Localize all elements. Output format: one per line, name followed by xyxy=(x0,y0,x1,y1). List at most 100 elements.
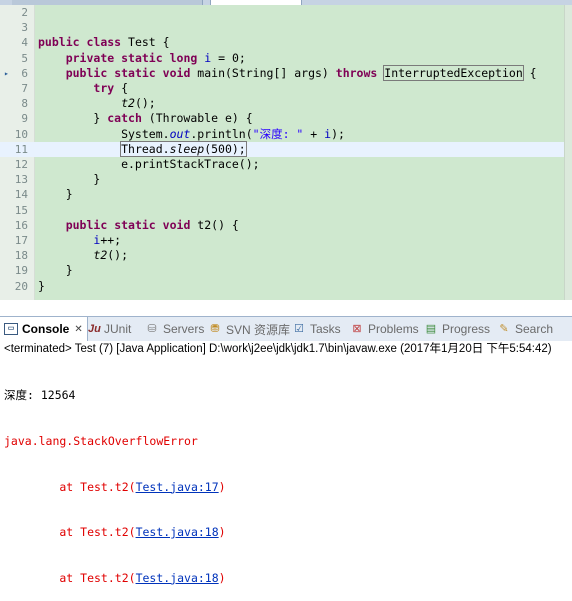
code-text: private static long i = 0; xyxy=(65,50,246,65)
code-line: 9 } catch (Throwable e) { xyxy=(0,111,564,126)
code-text: public static void t2() { xyxy=(65,217,239,232)
code-line: 5 private static long i = 0; xyxy=(0,51,564,66)
code-text: try { xyxy=(93,81,129,95)
panel-separator xyxy=(0,300,572,314)
search-icon: ✎ xyxy=(499,323,509,335)
overview-ruler[interactable] xyxy=(564,5,572,300)
code-text: System.out.println("深度: " + i); xyxy=(38,126,345,141)
stack-frame-suffix: ) xyxy=(218,479,226,494)
line-number: 16 xyxy=(14,218,28,232)
code-line: 12 e.printStackTrace(); xyxy=(0,157,564,172)
stack-frame: at Test.t2(Test.java:18) xyxy=(4,571,570,586)
line-number: 18 xyxy=(14,249,28,263)
stack-frame-link[interactable]: Test.java:18 xyxy=(136,525,219,539)
code-text: i++; xyxy=(93,233,122,247)
line-number: 19 xyxy=(14,264,28,278)
tasks-icon: ☑ xyxy=(294,323,304,335)
code-line: 8 t2(); xyxy=(0,96,564,111)
line-number: 5 xyxy=(21,51,28,65)
code-text: t2(); xyxy=(121,96,156,111)
code-text: public class Test { xyxy=(38,35,170,50)
code-line: 13 } xyxy=(0,172,564,187)
line-number: 4 xyxy=(21,36,28,50)
code-text: } catch (Throwable e) { xyxy=(38,111,253,126)
code-text: Thread.sleep(500); xyxy=(120,140,247,157)
code-line: 18 t2(); xyxy=(0,248,564,263)
problems-icon: ⊠ xyxy=(352,323,362,335)
line-number: 13 xyxy=(14,173,28,187)
console-depth-line: 深度: 12564 xyxy=(4,388,76,403)
stack-frame-link[interactable]: Test.java:17 xyxy=(136,480,219,494)
stack-frame-suffix: ) xyxy=(218,525,226,540)
stack-frame-link[interactable]: Test.java:18 xyxy=(136,571,219,585)
code-text: } xyxy=(38,263,73,278)
code-line: 20 } xyxy=(0,279,564,294)
line-number: 10 xyxy=(14,127,28,141)
code-line: 14 } xyxy=(0,187,564,202)
line-number: 2 xyxy=(21,6,28,19)
tab-label: Servers xyxy=(163,322,205,336)
tab-junit[interactable]: Ju JUnit xyxy=(88,317,131,341)
tab-label: Tasks xyxy=(310,322,341,336)
stack-frame: at Test.t2(Test.java:17) xyxy=(4,480,570,495)
code-line-current: 11 Thread.sleep(500); xyxy=(0,140,564,157)
line-number: 15 xyxy=(14,203,28,217)
tab-label: JUnit xyxy=(104,322,132,336)
tab-servers[interactable]: ⛁ Servers xyxy=(145,317,204,341)
line-number: 14 xyxy=(14,188,28,202)
code-line: 2 xyxy=(0,5,564,20)
tab-label: Console xyxy=(22,322,70,336)
view-tab-bar: ▭ Console ✕ Ju JUnit ⛁ Servers ⛃ SVN 资源库… xyxy=(0,316,572,342)
tab-label: Progress xyxy=(442,322,491,336)
console-icon: ▭ xyxy=(4,323,18,335)
tab-label: SVN 资源库 xyxy=(226,322,291,337)
line-number: 3 xyxy=(21,21,28,35)
tab-problems[interactable]: ⊠ Problems xyxy=(350,317,419,341)
line-number: 8 xyxy=(21,97,28,111)
console-error-line: java.lang.StackOverflowError xyxy=(4,434,198,449)
tab-label: Search xyxy=(515,322,554,336)
code-line: 16 public static void t2() { xyxy=(0,218,564,233)
tab-progress[interactable]: ▤ Progress xyxy=(424,317,490,341)
line-number: 12 xyxy=(14,158,28,171)
code-text: public static void main(String[] args) t… xyxy=(65,64,537,81)
tab-tasks[interactable]: ☑ Tasks xyxy=(292,317,341,341)
code-editor[interactable]: 2 3 4 public class Test { 5 private stat… xyxy=(0,5,572,300)
code-line: 17 i++; xyxy=(0,233,564,248)
close-icon[interactable]: ✕ xyxy=(74,324,82,335)
code-line: 15 xyxy=(0,203,564,218)
servers-icon: ⛁ xyxy=(147,323,157,335)
console-launch-header: <terminated> Test (7) [Java Application]… xyxy=(0,341,572,357)
code-text: e.printStackTrace(); xyxy=(38,157,260,171)
text-caret xyxy=(245,143,247,156)
line-number: 7 xyxy=(21,82,28,95)
tab-search[interactable]: ✎ Search xyxy=(497,317,553,341)
code-line: 10 System.out.println("深度: " + i); xyxy=(0,127,564,142)
progress-icon: ▤ xyxy=(425,323,437,335)
junit-icon: Ju xyxy=(88,323,101,335)
tab-console[interactable]: ▭ Console ✕ xyxy=(0,317,88,341)
stack-frame-suffix: ) xyxy=(218,570,226,585)
override-marker-icon[interactable]: ▸ xyxy=(4,69,11,78)
code-line: 4 public class Test { xyxy=(0,35,564,50)
code-text: } xyxy=(38,172,101,187)
stack-frame-prefix: at Test.t2( xyxy=(4,570,136,585)
line-number: 17 xyxy=(14,234,28,247)
code-line: 3 xyxy=(0,20,564,35)
stack-frame: at Test.t2(Test.java:18) xyxy=(4,525,570,540)
line-number: 20 xyxy=(14,279,28,293)
line-number: 11 xyxy=(14,142,28,156)
code-text: t2(); xyxy=(93,248,129,263)
svn-icon: ⛃ xyxy=(210,323,220,335)
stack-frame-prefix: at Test.t2( xyxy=(4,525,136,540)
line-number: 9 xyxy=(21,112,28,126)
code-text: } xyxy=(38,187,73,202)
code-line: 7 try { xyxy=(0,81,564,96)
code-text: } xyxy=(38,278,45,293)
stack-frame-prefix: at Test.t2( xyxy=(4,479,136,494)
code-line: 6 ▸ public static void main(String[] arg… xyxy=(0,64,564,81)
tab-label: Problems xyxy=(368,322,419,336)
code-line: 19 } xyxy=(0,263,564,278)
tab-svn[interactable]: ⛃ SVN 资源库 xyxy=(208,317,290,341)
console-output[interactable]: 深度: 12564 java.lang.StackOverflowError a… xyxy=(4,358,570,601)
